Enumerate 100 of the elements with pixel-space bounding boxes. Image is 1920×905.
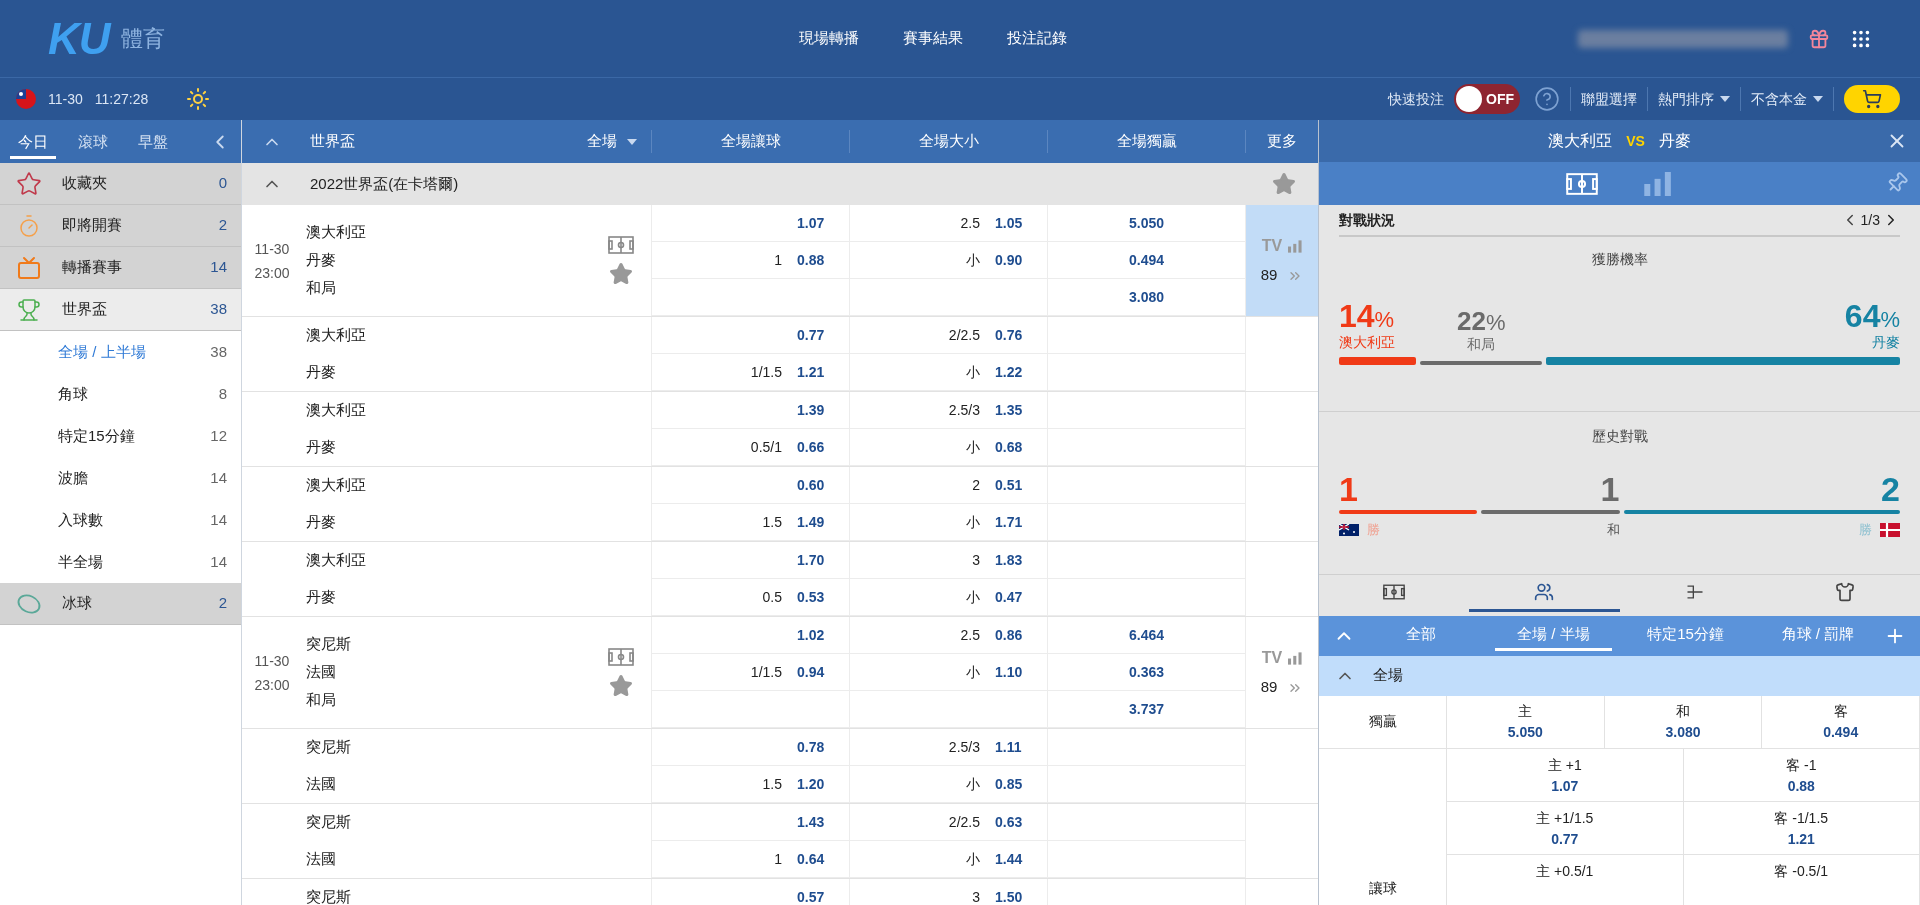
caret-icon bbox=[627, 138, 637, 145]
team-name: 突尼斯 bbox=[306, 812, 351, 833]
quick-bet-toggle[interactable]: OFF bbox=[1454, 84, 1520, 114]
odds-value[interactable]: 0.88 bbox=[797, 249, 825, 271]
odds-value[interactable]: 1.39 bbox=[797, 399, 825, 421]
odds-value[interactable]: 1.83 bbox=[995, 549, 1023, 571]
odds-value[interactable]: 1.71 bbox=[995, 511, 1023, 533]
more-count: 89 bbox=[1260, 265, 1278, 286]
view-tab[interactable] bbox=[1641, 171, 1674, 196]
odds-value[interactable]: 0.94 bbox=[797, 661, 825, 683]
sidebar-label: 世界盃 bbox=[62, 299, 108, 320]
odds-value[interactable]: 1.21 bbox=[797, 361, 825, 383]
nav-link[interactable]: 現場轉播 bbox=[799, 27, 859, 50]
odds-value[interactable]: 0.63 bbox=[995, 811, 1023, 833]
odds-value[interactable]: 1.20 bbox=[797, 773, 825, 795]
odds-value[interactable]: 1.49 bbox=[797, 511, 825, 533]
star-icon[interactable] bbox=[1272, 172, 1296, 196]
sidebar-count: 14 bbox=[210, 257, 227, 278]
odds-value[interactable]: 1.11 bbox=[995, 736, 1022, 758]
odds-value[interactable]: 0.76 bbox=[995, 324, 1023, 346]
odds-value[interactable]: 1.07 bbox=[797, 212, 825, 234]
logo: KU bbox=[48, 16, 110, 61]
match-date: 11-30 bbox=[254, 239, 290, 259]
flag-icon bbox=[16, 89, 36, 109]
odds-option[interactable]: 客 0.494 bbox=[1762, 695, 1920, 748]
period-dropdown[interactable]: 全場 bbox=[587, 130, 637, 153]
odds-value[interactable]: 0.68 bbox=[995, 436, 1023, 458]
tv-label: TV bbox=[1261, 236, 1283, 257]
odds-value[interactable]: 0.77 bbox=[797, 324, 825, 346]
sidebar-item[interactable]: 即將開賽 2 bbox=[0, 205, 241, 247]
toolbar-link[interactable]: 熱門排序 bbox=[1658, 88, 1730, 110]
odds-value[interactable]: 0.51 bbox=[995, 474, 1023, 496]
star-icon[interactable] bbox=[609, 261, 633, 286]
line-text: 0.5/1 bbox=[749, 437, 782, 457]
odds-value[interactable]: 6.464 bbox=[1128, 624, 1164, 646]
odds-value[interactable]: 0.78 bbox=[797, 736, 825, 758]
sidebar-item[interactable]: 收藏夾 0 bbox=[0, 163, 241, 205]
odds-value[interactable]: 1.50 bbox=[995, 886, 1023, 905]
odds-value[interactable]: 0.53 bbox=[797, 586, 825, 608]
sport-tab[interactable]: 早盤 bbox=[130, 124, 176, 159]
odds-value[interactable]: 1.43 bbox=[797, 811, 825, 833]
sidebar-count: 0 bbox=[218, 173, 227, 194]
group-title: 2022世界盃(在卡塔爾) bbox=[310, 173, 460, 194]
odds-value[interactable]: 0.86 bbox=[995, 624, 1023, 646]
odds-value[interactable]: 1.70 bbox=[797, 549, 825, 571]
sun-icon[interactable] bbox=[186, 87, 211, 111]
cart-button[interactable] bbox=[1844, 85, 1900, 113]
sport-tab[interactable]: 今日 bbox=[10, 124, 56, 159]
sidebar-item[interactable]: 轉播賽事 14 bbox=[0, 247, 241, 289]
line-text: 1 bbox=[773, 849, 782, 869]
match-time: 23:00 bbox=[254, 675, 290, 695]
sidebar-item[interactable]: 冰球 2 bbox=[0, 583, 241, 625]
odds-value[interactable]: 0.363 bbox=[1128, 661, 1164, 683]
line-text: 3 bbox=[971, 550, 980, 570]
toggle-knob bbox=[1456, 86, 1482, 112]
sidebar-item[interactable]: 世界盃 38 bbox=[0, 289, 241, 331]
odds-value[interactable]: 0.66 bbox=[797, 436, 825, 458]
team-name: 丹麥 bbox=[306, 250, 336, 271]
odds-value[interactable]: 3.737 bbox=[1128, 698, 1164, 720]
odds-value[interactable]: 0.85 bbox=[995, 773, 1023, 795]
help-icon[interactable] bbox=[1534, 86, 1560, 112]
line-text: 小 bbox=[965, 662, 980, 682]
odds-option[interactable]: 和 3.080 bbox=[1604, 695, 1763, 748]
odds-value[interactable]: 0.57 bbox=[797, 886, 825, 905]
odds-value[interactable]: 5.050 bbox=[1128, 212, 1164, 234]
odds-option[interactable]: 客 -0.5/1 bbox=[1683, 854, 1920, 905]
gift-icon[interactable] bbox=[1808, 27, 1830, 50]
nav-link[interactable]: 投注記錄 bbox=[1007, 27, 1067, 50]
odds-value[interactable]: 1.10 bbox=[995, 661, 1023, 683]
toolbar-link[interactable]: 聯盟選擇 bbox=[1581, 88, 1637, 110]
toolbar-link[interactable]: 不含本金 bbox=[1751, 88, 1823, 110]
tv-stats-cell[interactable]: TV 89 bbox=[1246, 205, 1318, 316]
star-icon[interactable] bbox=[609, 673, 633, 698]
odds-option[interactable]: 主 5.050 bbox=[1447, 695, 1605, 748]
odds-option[interactable]: 客 -1 0.88 bbox=[1683, 748, 1920, 801]
odds-value[interactable]: 1.22 bbox=[995, 361, 1023, 383]
nav-link[interactable]: 賽事結果 bbox=[903, 27, 963, 50]
line-text: 小 bbox=[965, 362, 980, 382]
odds-option[interactable]: 主 +1/1.5 0.77 bbox=[1447, 801, 1684, 854]
odds-value[interactable]: 0.64 bbox=[797, 848, 825, 870]
tv-label: TV bbox=[1261, 648, 1283, 669]
odds-value[interactable]: 0.90 bbox=[995, 249, 1023, 271]
view-tab[interactable] bbox=[1565, 171, 1598, 196]
odds-option[interactable]: 客 -1/1.5 1.21 bbox=[1683, 801, 1920, 854]
odds-value[interactable]: 1.44 bbox=[995, 848, 1023, 870]
history-value: 1 bbox=[1339, 472, 1358, 506]
sport-tab[interactable]: 滾球 bbox=[70, 124, 116, 159]
odds-value[interactable]: 1.05 bbox=[995, 212, 1023, 234]
odds-option[interactable]: 主 +0.5/1 bbox=[1447, 854, 1684, 905]
probability-label: 澳大利亞 bbox=[1339, 333, 1395, 352]
team-name: 丹麥 bbox=[306, 587, 336, 608]
odds-option[interactable]: 主 +1 1.07 bbox=[1447, 748, 1684, 801]
odds-value[interactable]: 0.47 bbox=[995, 586, 1023, 608]
odds-value[interactable]: 0.494 bbox=[1128, 249, 1164, 271]
column-header: 全場獨贏 bbox=[1116, 131, 1177, 152]
odds-value[interactable]: 1.02 bbox=[797, 624, 825, 646]
clock-text: 11:27:28 bbox=[94, 89, 149, 109]
odds-value[interactable]: 1.35 bbox=[995, 399, 1023, 421]
odds-value[interactable]: 3.080 bbox=[1128, 286, 1164, 308]
odds-value[interactable]: 0.60 bbox=[797, 474, 825, 496]
